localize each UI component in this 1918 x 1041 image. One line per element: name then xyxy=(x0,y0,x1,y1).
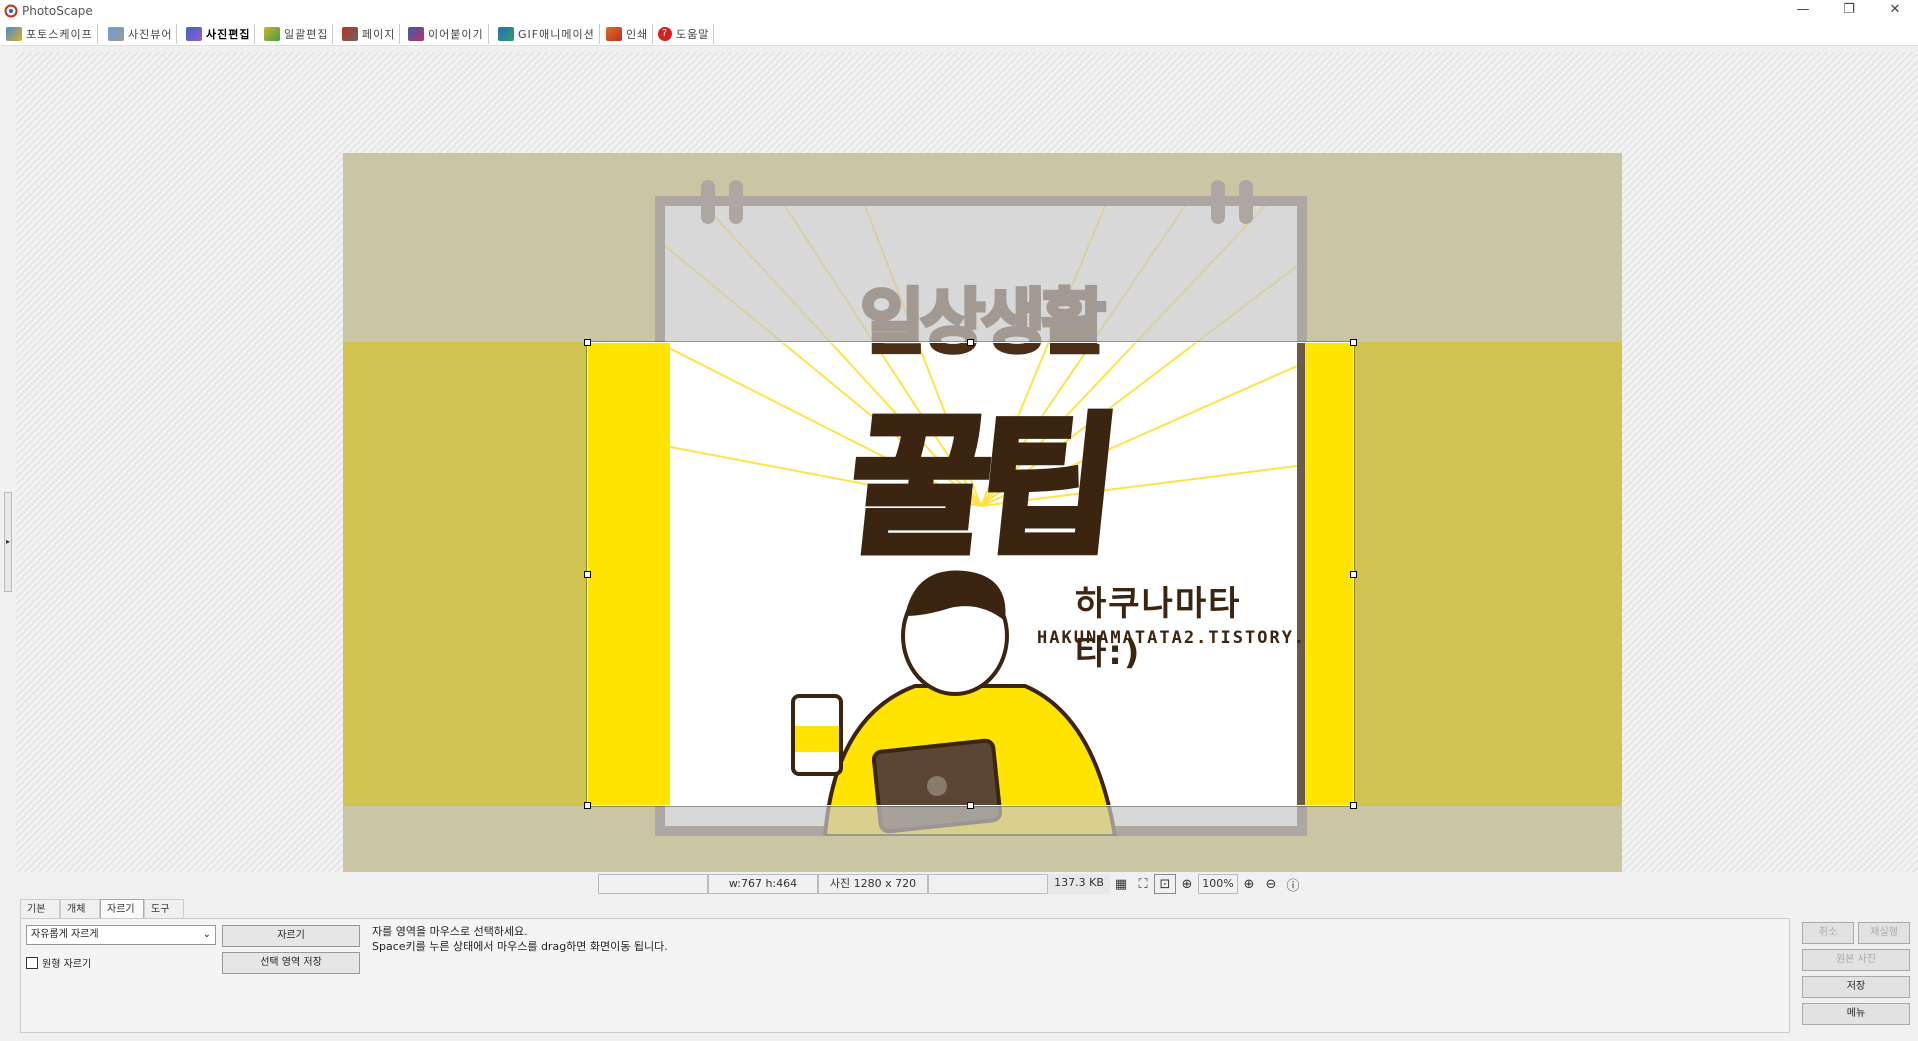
menu-label: 이어붙이기 xyxy=(428,28,484,41)
menu-help[interactable]: ? 도움말 xyxy=(654,24,715,44)
status-empty xyxy=(598,874,708,894)
menu-label: 일괄편집 xyxy=(284,28,329,41)
crop-help-text: 자를 영역을 마우스로 선택하세요. Space키를 누른 상태에서 마우스를 … xyxy=(372,924,668,954)
status-bar: w:767 h:464 사진 1280 x 720 137.3 KB ▦ ⛶ ⊡… xyxy=(598,874,1304,894)
editor-icon xyxy=(186,27,202,41)
menu-viewer[interactable]: 사진뷰어 xyxy=(104,24,178,44)
tab-tools[interactable]: 도구 xyxy=(144,899,184,919)
crop-button[interactable]: 자르기 xyxy=(222,925,360,947)
zoom-out-icon[interactable]: ⊖ xyxy=(1260,874,1282,894)
menu-button[interactable]: 메뉴 xyxy=(1802,1003,1910,1025)
original-photo-button[interactable]: 원본 사진 xyxy=(1802,949,1910,971)
menu-page[interactable]: 페이지 xyxy=(338,24,401,44)
restore-button[interactable]: ❐ xyxy=(1826,0,1872,22)
expand-arrow-icon: ▸ xyxy=(6,537,11,546)
menu-label: 인쇄 xyxy=(626,28,649,41)
circle-crop-checkbox[interactable]: 원형 자르기 xyxy=(26,955,91,970)
close-button[interactable]: ✕ xyxy=(1872,0,1918,22)
crop-dim-bottom xyxy=(343,806,1622,872)
crop-mode-value: 자유롭게 자르게 xyxy=(31,929,99,940)
help-line-1: 자를 영역을 마우스로 선택하세요. xyxy=(372,925,528,938)
undo-button[interactable]: 취소 xyxy=(1802,922,1854,944)
crop-handle-left[interactable] xyxy=(584,571,591,578)
photoscape-icon xyxy=(6,27,22,41)
menu-batch[interactable]: 일괄편집 xyxy=(260,24,334,44)
menu-combine[interactable]: 이어붙이기 xyxy=(404,24,489,44)
menu-editor[interactable]: 사진편집 xyxy=(182,24,256,44)
zoom-fit-icon[interactable]: ⊡ xyxy=(1154,874,1176,894)
window-title: PhotoScape xyxy=(22,4,93,18)
chevron-down-icon: ⌄ xyxy=(202,929,211,940)
menu-label: 페이지 xyxy=(362,28,396,41)
photo-canvas[interactable]: 일상생활 꿀팁 하쿠나마타타:) HAKUNAMATATA2.TISTORY.C… xyxy=(343,153,1622,872)
canvas-area[interactable]: 일상생활 꿀팁 하쿠나마타타:) HAKUNAMATATA2.TISTORY.C… xyxy=(16,52,1918,872)
photoscape-logo-icon xyxy=(4,4,18,18)
menu-print[interactable]: 인쇄 xyxy=(602,24,654,44)
crop-side-right xyxy=(1305,343,1353,805)
crop-handle-top-left[interactable] xyxy=(584,339,591,346)
crop-handle-bottom-left[interactable] xyxy=(584,802,591,809)
help-line-2: Space키를 누른 상태에서 마우스를 drag하면 화면이동 됩니다. xyxy=(372,940,668,953)
status-empty-2 xyxy=(928,874,1048,894)
editor-tabs: 기본 개체 자르기 도구 xyxy=(20,899,184,919)
title-bar: PhotoScape — ❐ ✕ xyxy=(0,0,1918,22)
info-icon[interactable]: ⓘ xyxy=(1282,874,1304,894)
zoom-level: 100% xyxy=(1198,874,1238,894)
menu-label: 사진편집 xyxy=(206,28,251,41)
tab-object[interactable]: 개체 xyxy=(60,899,100,919)
redo-button[interactable]: 재실행 xyxy=(1858,922,1910,944)
minimize-button[interactable]: — xyxy=(1780,0,1826,22)
crop-selection[interactable] xyxy=(584,339,1357,809)
crop-handle-top-right[interactable] xyxy=(1350,339,1357,346)
crop-mode-select[interactable]: 자유롭게 자르게 ⌄ xyxy=(26,925,216,945)
crop-dim-top xyxy=(343,153,1622,342)
save-selection-button[interactable]: 선택 영역 저장 xyxy=(222,952,360,974)
gif-icon xyxy=(498,27,514,41)
crop-handle-bottom-right[interactable] xyxy=(1350,802,1357,809)
zoom-in-icon[interactable]: ⊕ xyxy=(1238,874,1260,894)
status-photo-size: 사진 1280 x 720 xyxy=(818,874,928,894)
status-selection-size: w:767 h:464 xyxy=(708,874,818,894)
batch-icon xyxy=(264,27,280,41)
crop-handle-top[interactable] xyxy=(967,339,974,346)
tab-crop[interactable]: 자르기 xyxy=(100,899,144,919)
main-menu: 포토스케이프 사진뷰어 사진편집 일괄편집 페이지 이어붙이기 GIF애니메이션… xyxy=(0,22,1918,46)
viewer-icon xyxy=(108,27,124,41)
print-icon xyxy=(606,27,622,41)
checkbox-box[interactable] xyxy=(26,956,38,969)
menu-label: 포토스케이프 xyxy=(26,28,93,41)
menu-gif[interactable]: GIF애니메이션 xyxy=(494,24,600,44)
crop-handle-right[interactable] xyxy=(1350,571,1357,578)
transparency-grid-icon[interactable]: ▦ xyxy=(1110,874,1132,894)
save-button[interactable]: 저장 xyxy=(1802,976,1910,998)
fit-window-icon[interactable]: ⛶ xyxy=(1132,874,1154,894)
menu-label: 사진뷰어 xyxy=(128,28,173,41)
combine-icon xyxy=(408,27,424,41)
tab-basic[interactable]: 기본 xyxy=(20,899,60,919)
zoom-actual-icon[interactable]: ⊕ xyxy=(1176,874,1198,894)
circle-crop-label: 원형 자르기 xyxy=(42,959,92,970)
page-icon xyxy=(342,27,358,41)
help-icon: ? xyxy=(658,27,672,41)
menu-label: GIF애니메이션 xyxy=(518,28,595,41)
crop-side-left xyxy=(588,343,670,805)
crop-handle-bottom[interactable] xyxy=(967,802,974,809)
menu-label: 도움말 xyxy=(676,28,710,41)
side-panel-toggle[interactable]: ▸ xyxy=(4,492,12,592)
menu-photoscape[interactable]: 포토스케이프 xyxy=(2,24,98,44)
status-file-size: 137.3 KB xyxy=(1048,874,1110,894)
